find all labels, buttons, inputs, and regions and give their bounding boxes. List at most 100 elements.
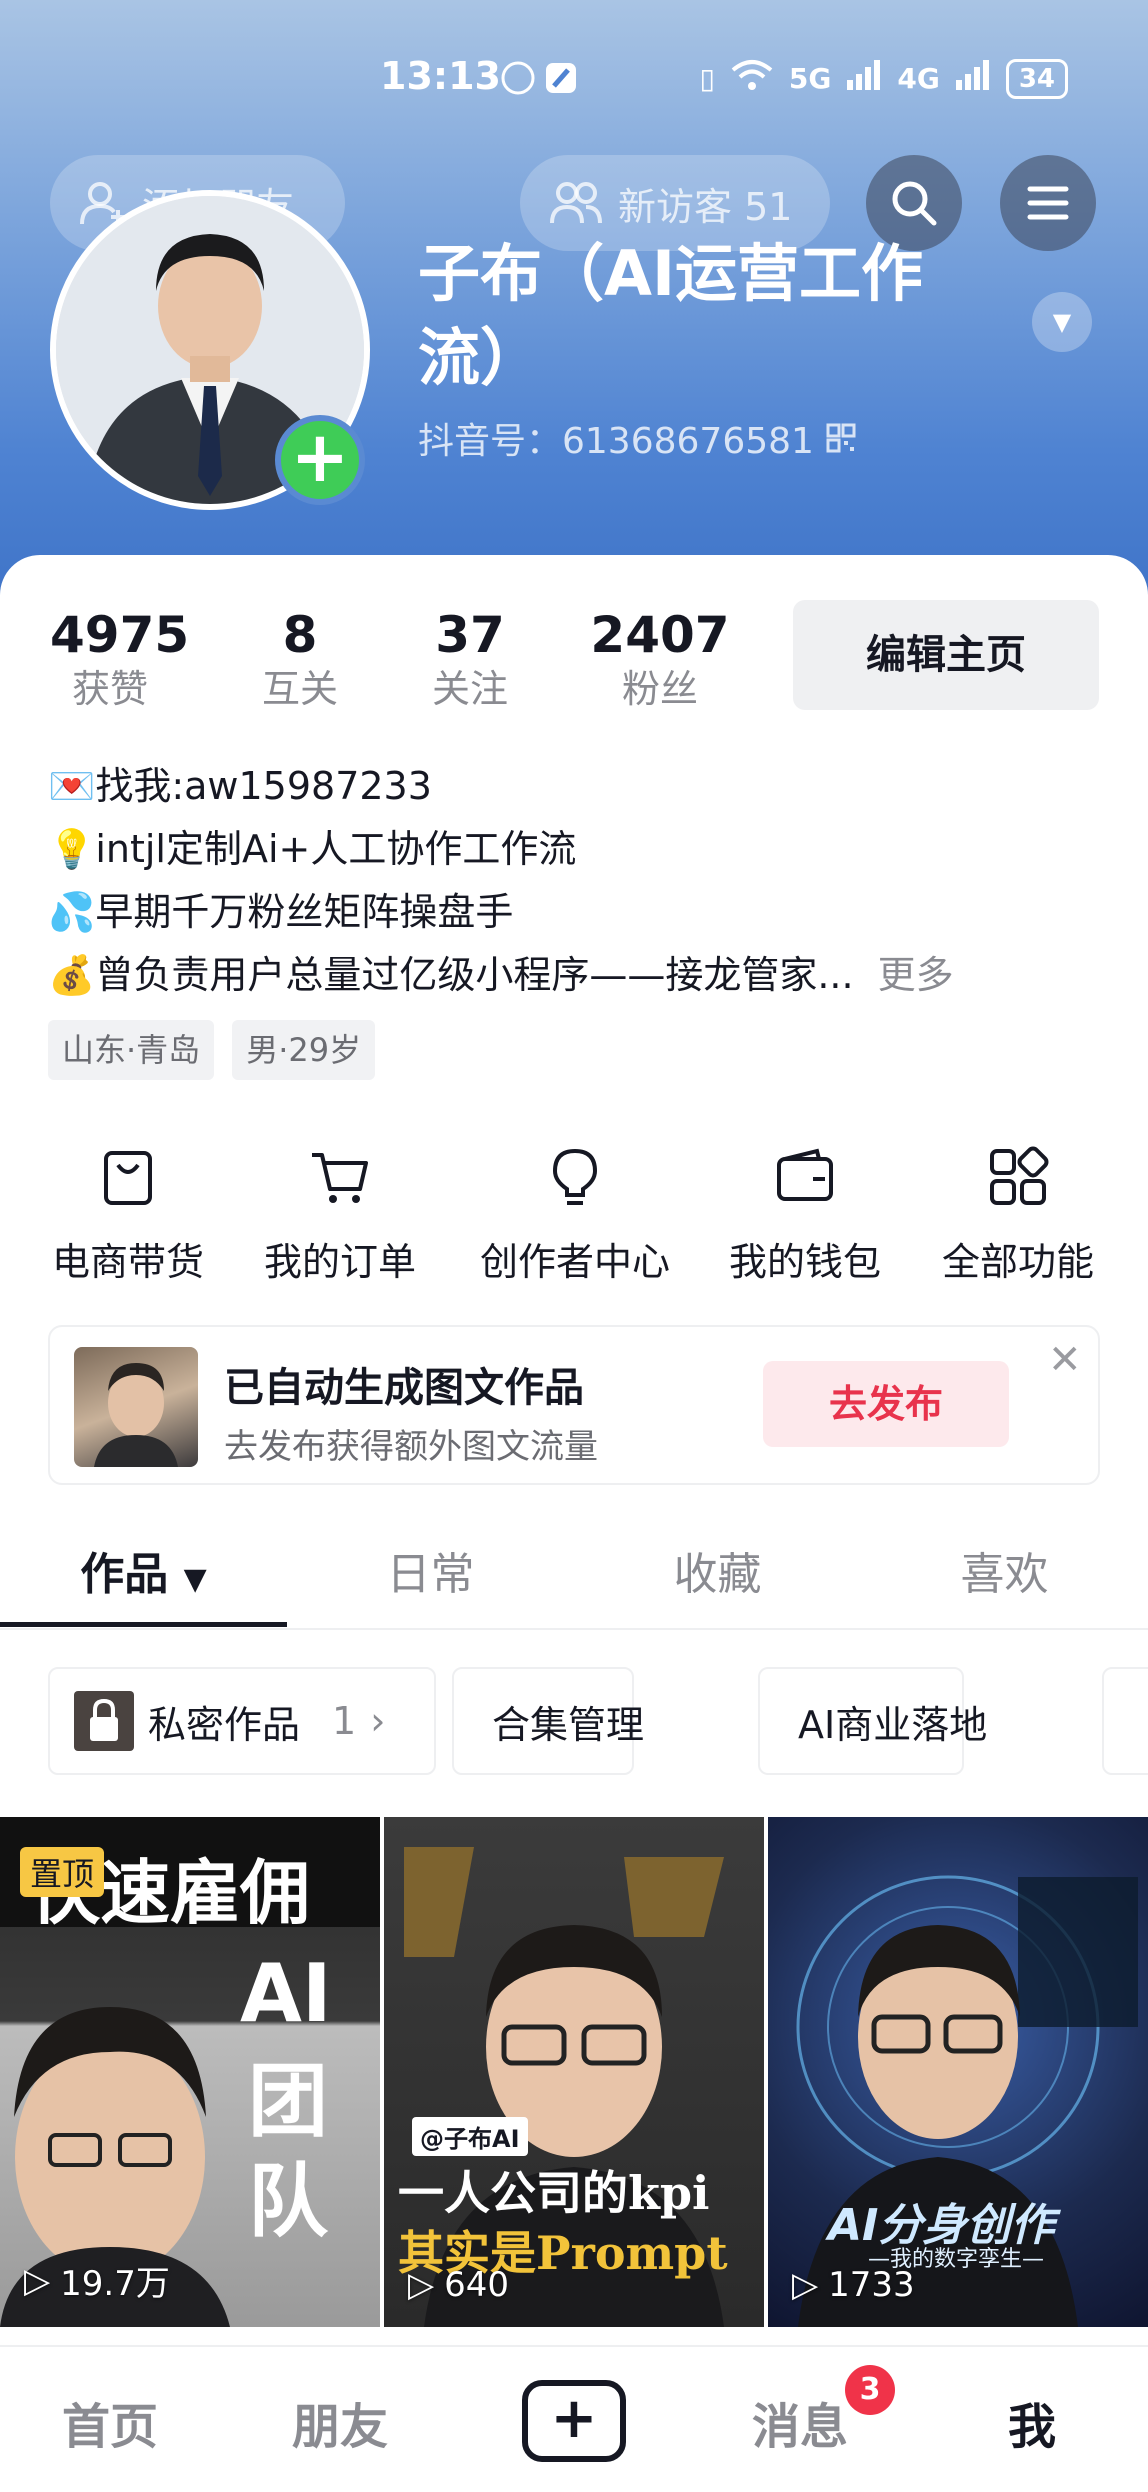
lock-icon xyxy=(74,1691,134,1751)
lightbulb-icon xyxy=(552,1148,598,1205)
play-icon: ▷ xyxy=(24,2260,51,2301)
bio-line: 💦早期千万粉丝矩阵操盘手 xyxy=(48,890,514,934)
nav-friends[interactable]: 朋友 xyxy=(292,2387,388,2457)
status-time: 13:13 xyxy=(380,54,501,98)
shopping-bag-icon xyxy=(104,1151,152,1205)
stat-following-value: 37 xyxy=(435,606,505,664)
stat-mutual[interactable]: 8 互关 xyxy=(240,605,360,713)
signal-5g: 5G xyxy=(788,62,832,95)
private-works-count: 1 xyxy=(332,1699,357,1743)
tab-daily[interactable]: 日常 xyxy=(287,1530,574,1620)
private-works-label: 私密作品 xyxy=(148,1702,301,1747)
video-views: ▷ 640 xyxy=(408,2265,509,2305)
douyin-id-text: 抖音号：61368676581 xyxy=(418,421,814,462)
stat-followers-value: 2407 xyxy=(590,606,730,664)
bio-line-text: 💰曾负责用户总量过亿级小程序——接龙管家... xyxy=(48,953,854,997)
cart-icon xyxy=(312,1153,368,1203)
wifi-icon xyxy=(731,58,773,99)
create-post-button[interactable]: + xyxy=(522,2380,626,2462)
view-count: 640 xyxy=(444,2265,510,2305)
profile-name: 子布（AI运营工作流） xyxy=(418,237,924,394)
new-visitors-label: 新访客 51 xyxy=(618,184,793,229)
more-chip[interactable] xyxy=(1102,1667,1148,1775)
tab-underline xyxy=(0,1622,287,1627)
nav-messages[interactable]: 消息 xyxy=(752,2387,848,2457)
private-works-chip[interactable]: 私密作品 1 › xyxy=(48,1667,436,1775)
tab-favorites[interactable]: 收藏 xyxy=(574,1530,861,1620)
notification-icons xyxy=(500,60,580,104)
edit-profile-button[interactable]: 编辑主页 xyxy=(793,600,1099,710)
tab-works-label: 作品 xyxy=(80,1549,169,1600)
feature-orders[interactable]: 我的订单 xyxy=(260,1145,420,1286)
stat-mutual-value: 8 xyxy=(282,606,318,664)
app-notification-icon xyxy=(501,61,576,95)
account-switch-button[interactable]: ▼ xyxy=(1032,292,1092,352)
content-tabs: 作品 ▼ 日常 收藏 喜欢 xyxy=(0,1530,1148,1630)
profile-bio[interactable]: 💌找我:aw15987233 💡intjl定制Ai+人工协作工作流 💦早期千万粉… xyxy=(48,755,1108,1007)
location-tag: 山东·青岛 xyxy=(48,1020,215,1080)
video-views: ▷ 19.7万 xyxy=(24,2256,170,2305)
video-grid: 快速雇佣 AI 团 队 置顶 ▷ 19.7万 @子布AI 一人公司的kpi 其实是… xyxy=(0,1817,1148,2327)
close-icon[interactable]: ✕ xyxy=(1048,1337,1082,1383)
signal-icon-2 xyxy=(955,60,990,97)
stat-likes[interactable]: 4975 获赞 xyxy=(50,605,190,713)
nav-me[interactable]: 我 xyxy=(1008,2387,1056,2457)
bio-line: 💌找我:aw15987233 xyxy=(48,764,432,808)
feature-ecommerce[interactable]: 电商带货 xyxy=(48,1145,208,1286)
vibrate-icon: ▯ xyxy=(699,62,715,95)
status-bar: 13:13 ▯ 5G 4G 34 xyxy=(0,50,1148,110)
bottom-navigation: 首页 朋友 + 消息 3 我 xyxy=(0,2345,1148,2492)
thumb-text: 团 xyxy=(248,2055,328,2148)
video-views: ▷ 1733 xyxy=(792,2265,915,2305)
publish-button[interactable]: 去发布 xyxy=(763,1361,1009,1447)
video-thumbnail[interactable]: @子布AI 一人公司的kpi 其实是Prompt ▷ 640 xyxy=(384,1817,764,2327)
status-right-icons: ▯ 5G 4G 34 xyxy=(699,58,1068,99)
feature-label: 我的钱包 xyxy=(728,1240,881,1284)
tab-works[interactable]: 作品 ▼ xyxy=(0,1530,287,1625)
feature-creator-center[interactable]: 创作者中心 xyxy=(470,1145,680,1286)
play-icon: ▷ xyxy=(408,2265,435,2305)
feature-label: 全部功能 xyxy=(941,1240,1094,1284)
gender-age-tag: 男·29岁 xyxy=(232,1020,376,1080)
grid-icon xyxy=(990,1146,1049,1205)
ai-business-chip[interactable]: AI商业落地 xyxy=(758,1667,987,1775)
nav-home[interactable]: 首页 xyxy=(62,2387,158,2457)
menu-button[interactable] xyxy=(1000,155,1096,251)
search-icon xyxy=(892,181,937,226)
author-tag: @子布AI xyxy=(412,2117,528,2156)
signal-4g: 4G xyxy=(897,62,940,95)
visitors-icon xyxy=(550,182,602,224)
profile-tags: 山东·青岛 男·29岁 xyxy=(48,1020,376,1080)
collection-manage-chip[interactable]: 合集管理 xyxy=(452,1667,644,1775)
thumb-text: 队 xyxy=(248,2155,328,2248)
stat-followers[interactable]: 2407 粉丝 xyxy=(590,605,730,713)
notice-subtitle: 去发布获得额外图文流量 xyxy=(224,1427,598,1467)
video-thumbnail[interactable]: AI分身创作 —我的数字孪生— ▷ 1733 xyxy=(768,1817,1148,2327)
stat-likes-label: 获赞 xyxy=(71,667,148,711)
feature-label: 创作者中心 xyxy=(479,1240,670,1284)
stat-likes-value: 4975 xyxy=(50,606,190,664)
auto-generated-notice[interactable]: 已自动生成图文作品 去发布获得额外图文流量 去发布 ✕ xyxy=(48,1325,1100,1485)
thumb-headline: 一人公司的kpi xyxy=(398,2166,710,2220)
collection-manage-label: 合集管理 xyxy=(492,1702,645,1747)
feature-wallet[interactable]: 我的钱包 xyxy=(725,1145,885,1286)
add-story-button[interactable]: + xyxy=(275,415,365,505)
bio-more-link[interactable]: 更多 xyxy=(878,953,954,997)
tab-likes[interactable]: 喜欢 xyxy=(861,1530,1148,1620)
signal-icon xyxy=(847,60,881,97)
video-thumbnail[interactable]: 快速雇佣 AI 团 队 置顶 ▷ 19.7万 xyxy=(0,1817,380,2327)
ai-business-label: AI商业落地 xyxy=(798,1702,988,1747)
qr-code-icon xyxy=(826,423,856,453)
chevron-down-icon: ▼ xyxy=(183,1562,207,1597)
feature-label: 电商带货 xyxy=(51,1240,204,1284)
stat-following[interactable]: 37 关注 xyxy=(410,605,530,713)
view-count: 19.7万 xyxy=(60,2264,170,2304)
stat-following-label: 关注 xyxy=(431,667,508,711)
hamburger-menu-icon xyxy=(1027,186,1069,220)
profile-main: 4975 获赞 8 互关 37 关注 2407 粉丝 编辑主页 💌找我:aw15… xyxy=(0,555,1148,2492)
profile-header: 13:13 ▯ 5G 4G 34 新访客 51 + 子布（AI运营工作流） ▼ … xyxy=(0,0,1148,600)
view-count: 1733 xyxy=(828,2265,915,2305)
feature-all[interactable]: 全部功能 xyxy=(938,1145,1098,1286)
notice-thumbnail xyxy=(74,1347,198,1467)
douyin-id[interactable]: 抖音号：61368676581 xyxy=(418,412,856,464)
